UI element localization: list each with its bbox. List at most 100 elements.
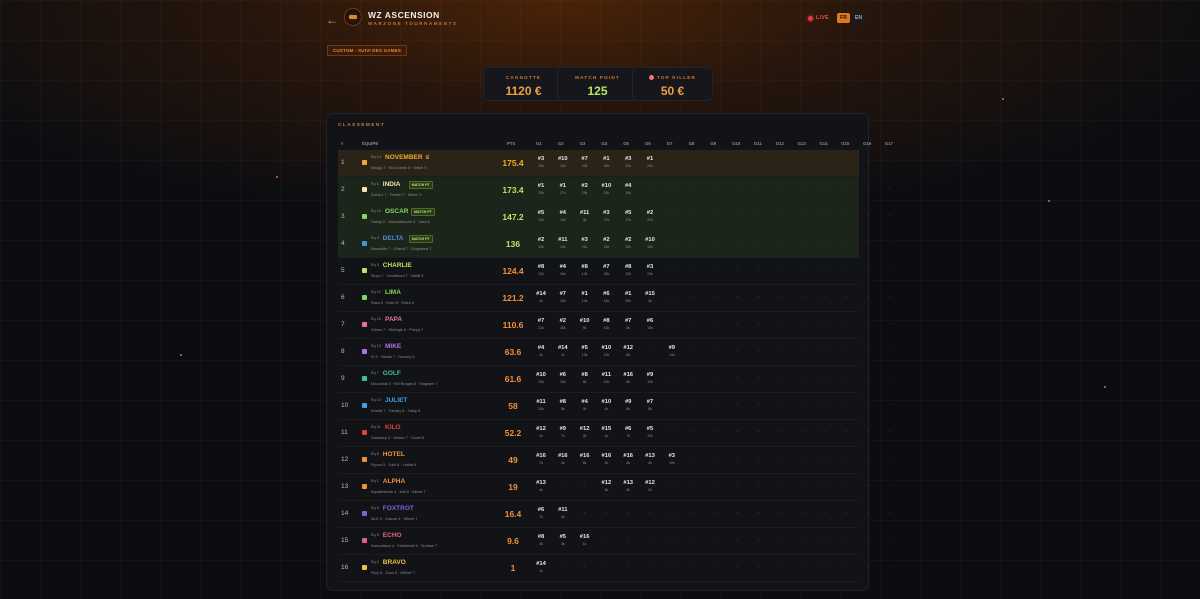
game-empty: - [758,159,760,165]
lang-en-button[interactable]: EN [852,13,865,23]
game-cell: - [574,480,596,489]
crown-icon: ♛ [424,155,431,161]
game-cell: #3 11k [574,237,596,249]
game-cell: - [661,156,683,165]
game-empty: - [627,564,630,570]
game-cell: - [813,453,835,462]
table-row[interactable]: 16 Éq 2 BRAVO Flizy 8 · Zozo 5 · M0ha7 7 1 #1… [338,555,891,582]
col-game-header: G14 [819,141,828,146]
game-empty: - [823,213,826,219]
table-row[interactable]: 5 Éq 3 CHARLIE Sinyo 7 · Noobthout 7 · Wafi… [338,258,891,285]
game-cell: #13 3k [617,480,639,492]
team-points: 19 [508,482,518,492]
game-cell: #16 1k [574,534,596,546]
game-cell: - [748,534,770,543]
game-empty: - [670,159,673,165]
table-row[interactable]: 13 Éq 1 ALPHA Aquafleleurie 4 · Adil 6 · Al… [338,474,891,501]
table-row[interactable]: 2 Éq 6 INDIA MATCH PT Zuesk1 7 · Fedtsh 7 · … [338,177,891,204]
table-row[interactable]: 10 Éq 10 JULIET Kbellel 7 · Farisky 6 · Yab… [338,393,891,420]
team-players: Dasweep 3 · Nedao 7 · Doshi 8 [371,436,424,440]
team-players: Zuesk1 7 · Fedtsh 7 · Mizen 9 [371,193,422,197]
game-kills: 27k [559,191,566,195]
game-cell: - [639,507,661,516]
table-row[interactable]: 1 Éq 14 NOVEMBER ♛ Moujja 7 · KM Avanto 8 · … [338,150,891,177]
table-row[interactable]: 4 Éq 4 DELTA MATCH PT Mussallie 7 · Grland 7… [338,231,891,258]
team-number: Éq 7 [371,371,379,375]
game-kills: 10k [647,245,653,249]
col-game-header: G15 [841,141,850,146]
mode-tag[interactable]: CUSTOM - SUIVI DES GAMES [327,45,407,56]
game-placement: #7 [646,399,654,405]
game-empty: - [779,159,782,165]
table-row[interactable]: 3 Éq 15 OSCAR MATCH PT Harlay 9 · Marcellton… [338,204,891,231]
game-cell: #2 22k [639,210,661,222]
col-game-header: G6 [645,141,651,146]
game-placement: #2 [537,237,545,243]
game-kills: 2k [539,434,543,438]
game-empty: - [627,537,630,543]
game-empty: - [736,159,739,165]
game-cell: - [770,156,792,165]
game-kills: 10k [559,380,566,384]
game-cell: - [726,345,748,354]
game-empty: - [823,510,826,516]
game-cell: #8 16k [595,318,617,330]
game-cell: - [770,291,792,300]
game-cell: - [813,372,835,381]
game-empty: - [779,564,782,570]
table-row[interactable]: 8 Éq 13 MIKE Kl 3 · Hbeak 7 · Dominy 6 63.6 #… [338,339,891,366]
rank-number: 6 [341,294,345,301]
game-placement: #14 [536,561,546,567]
game-empty: - [758,240,760,246]
game-kills: 4k [539,488,543,492]
table-row[interactable]: 12 Éq 8 HOTEL Flyvso 5 · Juliz 6 · Lethal 6… [338,447,891,474]
game-cell: #5 10k [574,345,596,357]
game-empty: - [670,510,673,516]
game-cell: - [792,291,814,300]
game-kills: 2k [539,299,543,303]
game-cell: - [813,156,835,165]
game-empty: - [801,510,804,516]
game-empty: - [649,537,651,543]
table-row[interactable]: 6 Éq 12 LIMA Raze 6 · Eslin 8 · Soleo 6 121.… [338,285,891,312]
lang-fr-button[interactable]: FR [837,13,850,23]
game-kills: 10k [538,380,544,384]
game-cell: - [748,318,770,327]
game-cell: - [617,561,639,570]
game-cell: - [835,480,857,489]
game-cell: - [683,534,705,543]
game-cell: - [813,534,835,543]
game-kills: 4k [604,461,609,465]
game-cell: #10 10k [530,372,552,384]
game-kills: 29k [538,191,544,195]
game-kills: 10k [538,407,544,411]
rank-number: 2 [341,186,345,193]
game-kills: 10k [603,380,610,384]
game-kills: 3k [582,218,587,222]
game-cell: - [748,453,770,462]
game-placement: #5 [646,426,654,432]
game-empty: - [845,213,848,219]
table-row[interactable]: 9 Éq 7 GOLF Mozzarlat 5 · KM Brogan 8 · Mag… [338,366,891,393]
game-placement: #3 [624,156,632,162]
game-empty: - [714,483,717,489]
game-cell: - [813,507,835,516]
game-empty: - [670,240,673,246]
game-cell: - [857,183,879,192]
game-empty: - [801,267,804,273]
table-row[interactable]: 11 Éq 11 KILO Dasweep 3 · Nedao 7 · Doshi 8… [338,420,891,447]
game-cell: #11 10k [595,372,617,384]
table-row[interactable]: 14 Éq 6 FOXTROT MLK 3 · Kranze 4 · Mbeni 7 1… [338,501,891,528]
game-cell: #3 23k [639,264,661,276]
game-empty: - [758,402,760,408]
game-kills: 4k [604,407,609,411]
game-cell: - [857,453,879,462]
game-cell: - [639,345,661,354]
table-row[interactable]: 15 Éq 5 ECHO Kalounitsou 4 · Eddiebeat 5 · … [338,528,891,555]
game-empty: - [867,213,869,219]
back-arrow-icon[interactable]: ← [326,13,338,27]
game-empty: - [779,402,782,408]
table-row[interactable]: 7 Éq 16 PAPA Vdoen 7 · Strdngth 6 · Prizya … [338,312,891,339]
game-empty: - [758,186,760,192]
game-cell: - [879,372,901,381]
